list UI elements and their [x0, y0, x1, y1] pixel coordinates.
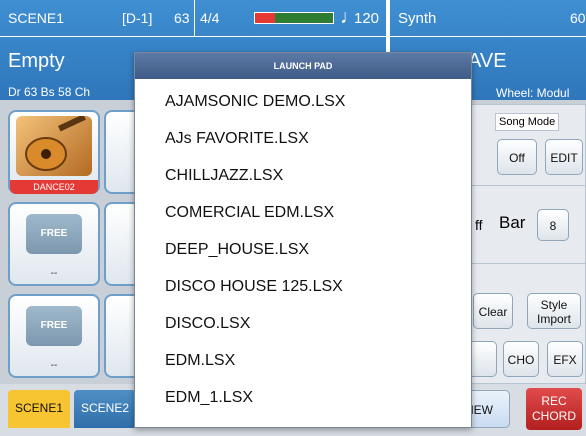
rec-chord-line2: CHORD — [532, 409, 576, 423]
pad-grid: DANCE02 FREE -- FREE -- — [0, 104, 144, 384]
pad-7-label: -- — [50, 360, 58, 371]
list-item[interactable]: CHILLJAZZ.LSX — [165, 167, 283, 185]
voice-number: 60 — [570, 10, 586, 26]
list-item[interactable]: DEEP_HOUSE.LSX — [165, 241, 309, 259]
clear-button[interactable]: Clear — [473, 293, 513, 329]
scene-label: SCENE1 — [8, 10, 65, 26]
list-item[interactable]: DISCO HOUSE 125.LSX — [165, 278, 343, 296]
drum-set-label: [D-1] — [122, 10, 153, 26]
free-tile: FREE — [26, 306, 82, 346]
list-item[interactable]: AJAMSONIC DEMO.LSX — [165, 93, 345, 111]
style-import-line2: Import — [536, 312, 571, 326]
scene2-tab[interactable]: SCENE2 — [74, 390, 136, 428]
drum-number: 63 — [174, 10, 190, 26]
voice-name: Synth — [398, 10, 437, 27]
pad-1[interactable]: DANCE02 — [8, 110, 100, 194]
rec-chord-button[interactable]: REC CHORD — [526, 388, 582, 430]
cho-button[interactable]: CHO — [503, 341, 539, 377]
tempo-value: 120 — [354, 10, 380, 27]
drum-bass-info: Dr 63 Bs 58 Ch — [8, 85, 91, 99]
edit-button[interactable]: EDIT — [545, 139, 583, 175]
pad-4-label: -- — [50, 268, 58, 279]
list-item[interactable]: DISCO.LSX — [165, 315, 250, 333]
bar-label: Bar — [499, 213, 526, 232]
rec-chord-line1: REC — [541, 394, 567, 408]
guitar-icon — [16, 114, 92, 176]
list-item[interactable]: EDM_1.LSX — [165, 389, 253, 407]
bar-value-button[interactable]: 8 — [537, 209, 569, 241]
ff-fragment: ff — [475, 217, 483, 233]
song-mode-label: Song Mode — [495, 113, 560, 131]
off-button[interactable]: Off — [497, 139, 537, 175]
launch-pad-dialog: LAUNCH PAD AJAMSONIC DEMO.LSX AJs FAVORI… — [134, 52, 472, 428]
wheel-label: Wheel: Modul — [496, 86, 570, 100]
project-name: Empty — [8, 50, 65, 72]
style-import-line1: Style — [540, 298, 568, 312]
dialog-title: LAUNCH PAD — [273, 61, 333, 71]
list-item[interactable]: COMERCIAL EDM.LSX — [165, 204, 334, 222]
efx-button[interactable]: EFX — [547, 341, 583, 377]
pad-4[interactable]: FREE -- — [8, 202, 100, 286]
pad-1-label: DANCE02 — [10, 180, 98, 194]
scene1-tab[interactable]: SCENE1 — [8, 390, 70, 428]
time-signature: 4/4 — [200, 10, 220, 26]
dialog-title-bar: LAUNCH PAD — [135, 53, 471, 79]
pad-7[interactable]: FREE -- — [8, 294, 100, 378]
list-item[interactable]: EDM.LSX — [165, 352, 235, 370]
free-tile: FREE — [26, 214, 82, 254]
list-item[interactable]: AJs FAVORITE.LSX — [165, 130, 309, 148]
voice-subtitle: AVE — [468, 50, 507, 72]
style-import-button[interactable]: Style Import — [527, 293, 581, 329]
beat-indicator — [254, 12, 334, 24]
